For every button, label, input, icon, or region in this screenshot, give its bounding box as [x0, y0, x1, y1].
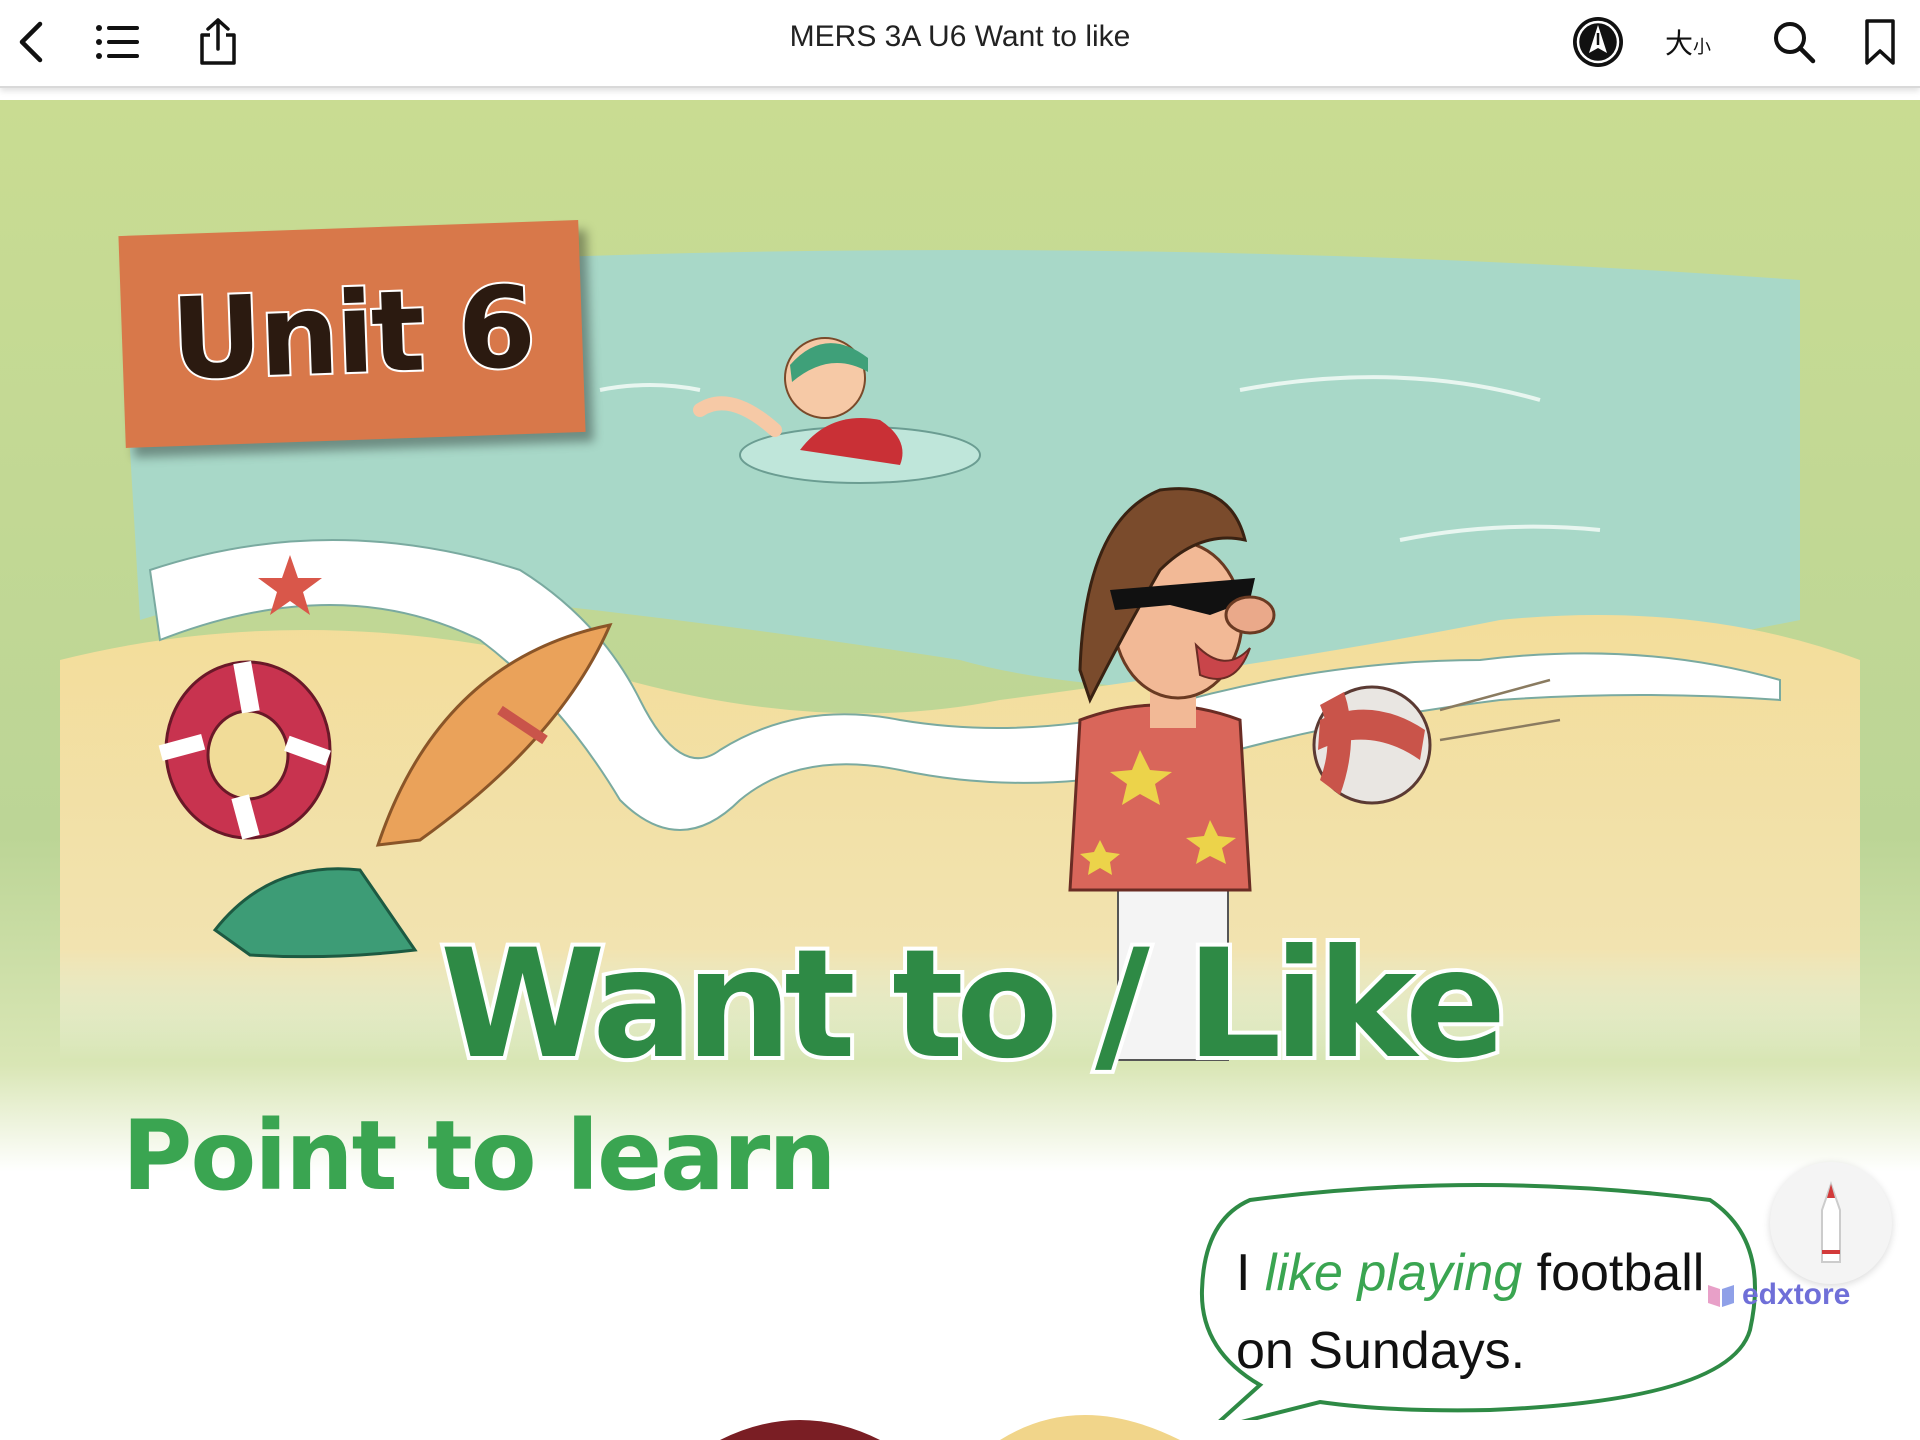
unit-title: Want to / Like [436, 914, 1510, 1096]
pencil-icon [1821, 1180, 1841, 1263]
watermark-text: edxtore [1742, 1278, 1851, 1311]
bookmark-button[interactable] [1848, 10, 1912, 74]
search-icon [1774, 22, 1816, 64]
search-button[interactable] [1762, 10, 1826, 74]
list-icon [96, 25, 139, 59]
watermark: edxtore [1706, 1278, 1850, 1312]
chevron-left-icon [19, 21, 43, 63]
speech-text-start: I [1236, 1244, 1265, 1302]
unit-tag-label: Unit 6 [167, 261, 537, 408]
floating-pen-button[interactable] [1770, 1162, 1892, 1284]
text-size-button[interactable]: 大小 [1652, 10, 1724, 74]
back-button[interactable] [0, 10, 64, 74]
share-button[interactable] [186, 10, 250, 74]
table-of-contents-button[interactable] [86, 10, 150, 74]
reader-window: MERS 3A U6 Want to like 大小 Unit 6 Want t… [0, 0, 1920, 1440]
size-small-glyph: 小 [1693, 37, 1711, 58]
top-toolbar: MERS 3A U6 Want to like 大小 [0, 0, 1920, 88]
size-big-glyph: 大 [1664, 27, 1693, 60]
annotate-button[interactable] [1566, 10, 1630, 74]
speech-bubble-text: I like playing football on Sundays. [1236, 1234, 1756, 1390]
text-size-label: 大小 [1665, 22, 1711, 62]
document-title: MERS 3A U6 Want to like [789, 20, 1131, 53]
pen-circle-icon [1573, 17, 1623, 67]
section-heading: Point to learn [122, 1100, 837, 1212]
share-icon [200, 18, 236, 65]
book-page: Unit 6 Want to / Like Point to learn I l… [0, 100, 1920, 1440]
edxtore-logo-icon [1708, 1285, 1734, 1307]
unit-tag: Unit 6 [118, 220, 586, 448]
speech-highlight: like playing [1264, 1244, 1523, 1302]
bookmark-icon [1865, 19, 1895, 65]
